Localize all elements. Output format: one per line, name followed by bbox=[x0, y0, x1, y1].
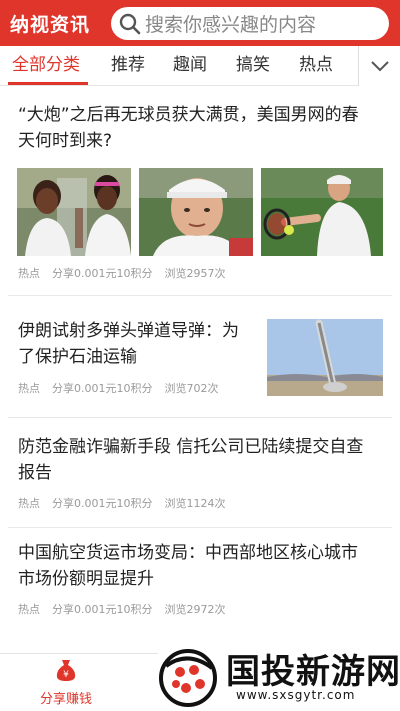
article-title-line: 了保护石油运输 bbox=[18, 347, 137, 367]
app-header: 纳视资讯 搜索你感兴趣的内容 bbox=[0, 0, 400, 46]
tab-recommended[interactable]: 推荐 bbox=[111, 46, 145, 86]
article-image-missile-launch bbox=[267, 319, 383, 396]
article-card[interactable]: 防范金融诈骗新手段 信托公司已陆续提交自查 报告 热点 分享0.001元10积分… bbox=[0, 418, 400, 528]
article-tag: 热点 bbox=[18, 497, 40, 510]
watermark-url: www.sxsgytr.com bbox=[236, 688, 356, 702]
article-title: 防范金融诈骗新手段 信托公司已陆续提交自查 报告 bbox=[18, 434, 363, 486]
watermark-logo bbox=[159, 649, 217, 707]
category-tabs: 全部分类 推荐 趣闻 搞笑 热点 bbox=[0, 46, 400, 86]
article-card[interactable]: 伊朗试射多弹头弹道导弹：为 了保护石油运输 热点 分享0.001元10积分 浏览… bbox=[0, 296, 400, 418]
active-tab-indicator bbox=[8, 82, 88, 85]
article-title-line: 报告 bbox=[18, 463, 52, 483]
article-views: 浏览2957次 bbox=[164, 267, 226, 280]
article-image-player-swing bbox=[261, 168, 383, 256]
article-share-reward: 分享0.001元10积分 bbox=[52, 603, 153, 616]
more-tabs-button[interactable] bbox=[358, 46, 400, 86]
article-title: 伊朗试射多弹头弹道导弹：为 了保护石油运输 bbox=[18, 318, 258, 370]
article-tag: 热点 bbox=[18, 267, 40, 280]
article-meta: 热点 分享0.001元10积分 浏览2957次 bbox=[18, 265, 226, 281]
tab-hot[interactable]: 热点 bbox=[299, 46, 333, 86]
article-title-line: 防范金融诈骗新手段 信托公司已陆续提交自查 bbox=[18, 437, 364, 457]
article-views: 浏览1124次 bbox=[164, 497, 226, 510]
article-card[interactable]: “大炮”之后再无球员获大满贯，美国男网的春 天何时到来? 热点 分享0.001元… bbox=[0, 86, 400, 296]
article-title-line: 伊朗试射多弹头弹道导弹：为 bbox=[18, 321, 239, 341]
article-title-line: 天何时到来? bbox=[18, 131, 113, 151]
search-placeholder: 搜索你感兴趣的内容 bbox=[145, 14, 317, 36]
article-title-line: “大炮”之后再无球员获大满贯，美国男网的春 bbox=[18, 105, 359, 125]
article-tag: 热点 bbox=[18, 382, 40, 395]
app-brand: 纳视资讯 bbox=[10, 13, 91, 36]
article-share-reward: 分享0.001元10积分 bbox=[52, 382, 153, 395]
tab-all-categories[interactable]: 全部分类 bbox=[12, 46, 80, 86]
article-tag: 热点 bbox=[18, 603, 40, 616]
article-views: 浏览2972次 bbox=[164, 603, 226, 616]
article-title: 中国航空货运市场变局：中西部地区核心城市 市场份额明显提升 bbox=[18, 540, 358, 592]
article-title: “大炮”之后再无球员获大满贯，美国男网的春 天何时到来? bbox=[18, 102, 359, 154]
share-earn-label: 分享赚钱 bbox=[39, 692, 92, 707]
article-share-reward: 分享0.001元10积分 bbox=[52, 497, 153, 510]
article-image-tennis-players bbox=[17, 168, 131, 256]
article-meta: 热点 分享0.001元10积分 浏览1124次 bbox=[18, 495, 226, 511]
chevron-down-icon bbox=[370, 61, 389, 72]
share-earn-tab[interactable]: ¥ 分享赚钱 bbox=[30, 658, 102, 707]
article-title-line: 中国航空货运市场变局：中西部地区核心城市 bbox=[18, 543, 358, 563]
article-card[interactable]: 中国航空货运市场变局：中西部地区核心城市 市场份额明显提升 热点 分享0.001… bbox=[0, 528, 400, 640]
tab-funny[interactable]: 搞笑 bbox=[236, 46, 270, 86]
site-watermark: 国投新游网 www.sxsgytr.com bbox=[150, 640, 400, 711]
article-views: 浏览702次 bbox=[164, 382, 219, 395]
article-meta: 热点 分享0.001元10积分 浏览2972次 bbox=[18, 601, 226, 617]
watermark-title: 国投新游网 bbox=[226, 652, 400, 692]
money-bag-icon: ¥ bbox=[56, 660, 76, 681]
article-title-line: 市场份额明显提升 bbox=[18, 569, 154, 589]
article-meta: 热点 分享0.001元10积分 浏览702次 bbox=[18, 380, 219, 396]
article-image-player-portrait bbox=[139, 168, 253, 256]
svg-text:¥: ¥ bbox=[63, 670, 69, 680]
search-bar[interactable]: 搜索你感兴趣的内容 bbox=[111, 7, 389, 40]
search-icon bbox=[119, 13, 141, 34]
article-share-reward: 分享0.001元10积分 bbox=[52, 267, 153, 280]
tab-fun-news[interactable]: 趣闻 bbox=[173, 46, 207, 86]
